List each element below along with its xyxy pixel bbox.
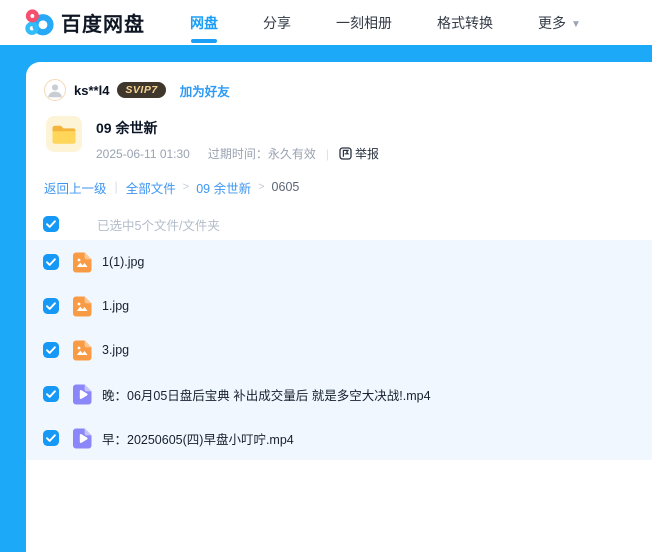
breadcrumb-item[interactable]: 09 余世新 (196, 178, 251, 197)
nav-tab-格式转换[interactable]: 格式转换 (437, 13, 493, 33)
video-file-icon (71, 383, 93, 405)
breadcrumb-pipe: | (114, 180, 118, 194)
file-row[interactable]: 早：20250605(四)早盘小叮咛.mp4 (26, 416, 652, 460)
breadcrumb-separator: > (258, 181, 265, 193)
breadcrumb-separator: > (182, 181, 190, 193)
breadcrumb-back-link[interactable]: 返回上一级 (44, 178, 107, 197)
file-checkbox[interactable] (43, 298, 59, 314)
svip-badge: SVIP7 (117, 82, 166, 98)
file-checkbox[interactable] (43, 430, 59, 446)
nav-tab-分享[interactable]: 分享 (263, 13, 291, 33)
file-name[interactable]: 早：20250605(四)早盘小叮咛.mp4 (102, 429, 294, 448)
share-content-card: ks**l4 SVIP7 加为好友 09 余世新 2025-06-11 01:3… (26, 62, 652, 552)
logo-text: 百度网盘 (61, 14, 145, 36)
baidu-netdisk-logo[interactable]: 百度网盘 (24, 8, 145, 38)
file-name[interactable]: 晚：06月05日盘后宝典 补出成交量后 就是多空大决战!.mp4 (102, 385, 431, 404)
file-checkbox[interactable] (43, 342, 59, 358)
breadcrumb-item[interactable]: 全部文件 (126, 178, 176, 197)
folder-info: 09 余世新 2025-06-11 01:30 过期时间：永久有效 | 举报 (96, 116, 379, 162)
nav-tab-一刻相册[interactable]: 一刻相册 (336, 13, 392, 33)
file-row[interactable]: 1(1).jpg (26, 240, 652, 284)
folder-meta: 2025-06-11 01:30 过期时间：永久有效 | 举报 (96, 145, 380, 162)
file-checkbox[interactable] (43, 254, 59, 270)
image-file-icon (71, 339, 93, 361)
file-name[interactable]: 1(1).jpg (102, 255, 144, 269)
file-row[interactable]: 晚：06月05日盘后宝典 补出成交量后 就是多空大决战!.mp4 (26, 372, 652, 416)
shared-folder-header: 09 余世新 2025-06-11 01:30 过期时间：永久有效 | 举报 (46, 116, 652, 162)
report-button[interactable]: 举报 (339, 145, 379, 162)
image-file-icon (71, 251, 93, 273)
user-icon (48, 84, 62, 98)
image-file-icon (71, 295, 93, 317)
report-flag-icon (339, 147, 352, 160)
file-list: 1(1).jpg 1.jpg 3.jpg 晚：06月05日盘后宝典 补出成交量后… (26, 240, 652, 460)
expire-time: 过期时间：永久有效 (207, 147, 316, 161)
top-navigation-bar: 百度网盘 网盘 分享 一刻相册 格式转换 更多 ▼ (0, 0, 652, 45)
folder-name: 09 余世新 (96, 120, 158, 136)
share-owner-row: ks**l4 SVIP7 加为好友 (44, 79, 652, 101)
video-file-icon (71, 427, 93, 449)
add-friend-link[interactable]: 加为好友 (180, 81, 230, 100)
avatar (44, 79, 66, 101)
chevron-down-icon: ▼ (571, 18, 581, 30)
nav-tab-网盘[interactable]: 网盘 (190, 13, 218, 33)
breadcrumb-item: 0605 (271, 180, 300, 194)
file-name[interactable]: 3.jpg (102, 343, 129, 357)
owner-username: ks**l4 (74, 82, 110, 98)
selection-summary: 已选中5个文件/文件夹 (97, 218, 220, 233)
cloud-logo-icon (25, 8, 54, 35)
nav-tab-更多[interactable]: 更多 ▼ (538, 13, 581, 33)
file-row[interactable]: 3.jpg (26, 328, 652, 372)
file-row[interactable]: 1.jpg (26, 284, 652, 328)
main-nav: 网盘 分享 一刻相册 格式转换 更多 ▼ (190, 13, 581, 33)
selection-header: 已选中5个文件/文件夹 (26, 208, 652, 240)
select-all-checkbox[interactable] (43, 216, 59, 232)
folder-icon (46, 116, 82, 152)
file-name[interactable]: 1.jpg (102, 299, 129, 313)
share-date: 2025-06-11 01:30 (96, 146, 190, 161)
file-checkbox[interactable] (43, 386, 59, 402)
breadcrumb: 返回上一级 | 全部文件 >09 余世新 >0605 (44, 178, 652, 197)
